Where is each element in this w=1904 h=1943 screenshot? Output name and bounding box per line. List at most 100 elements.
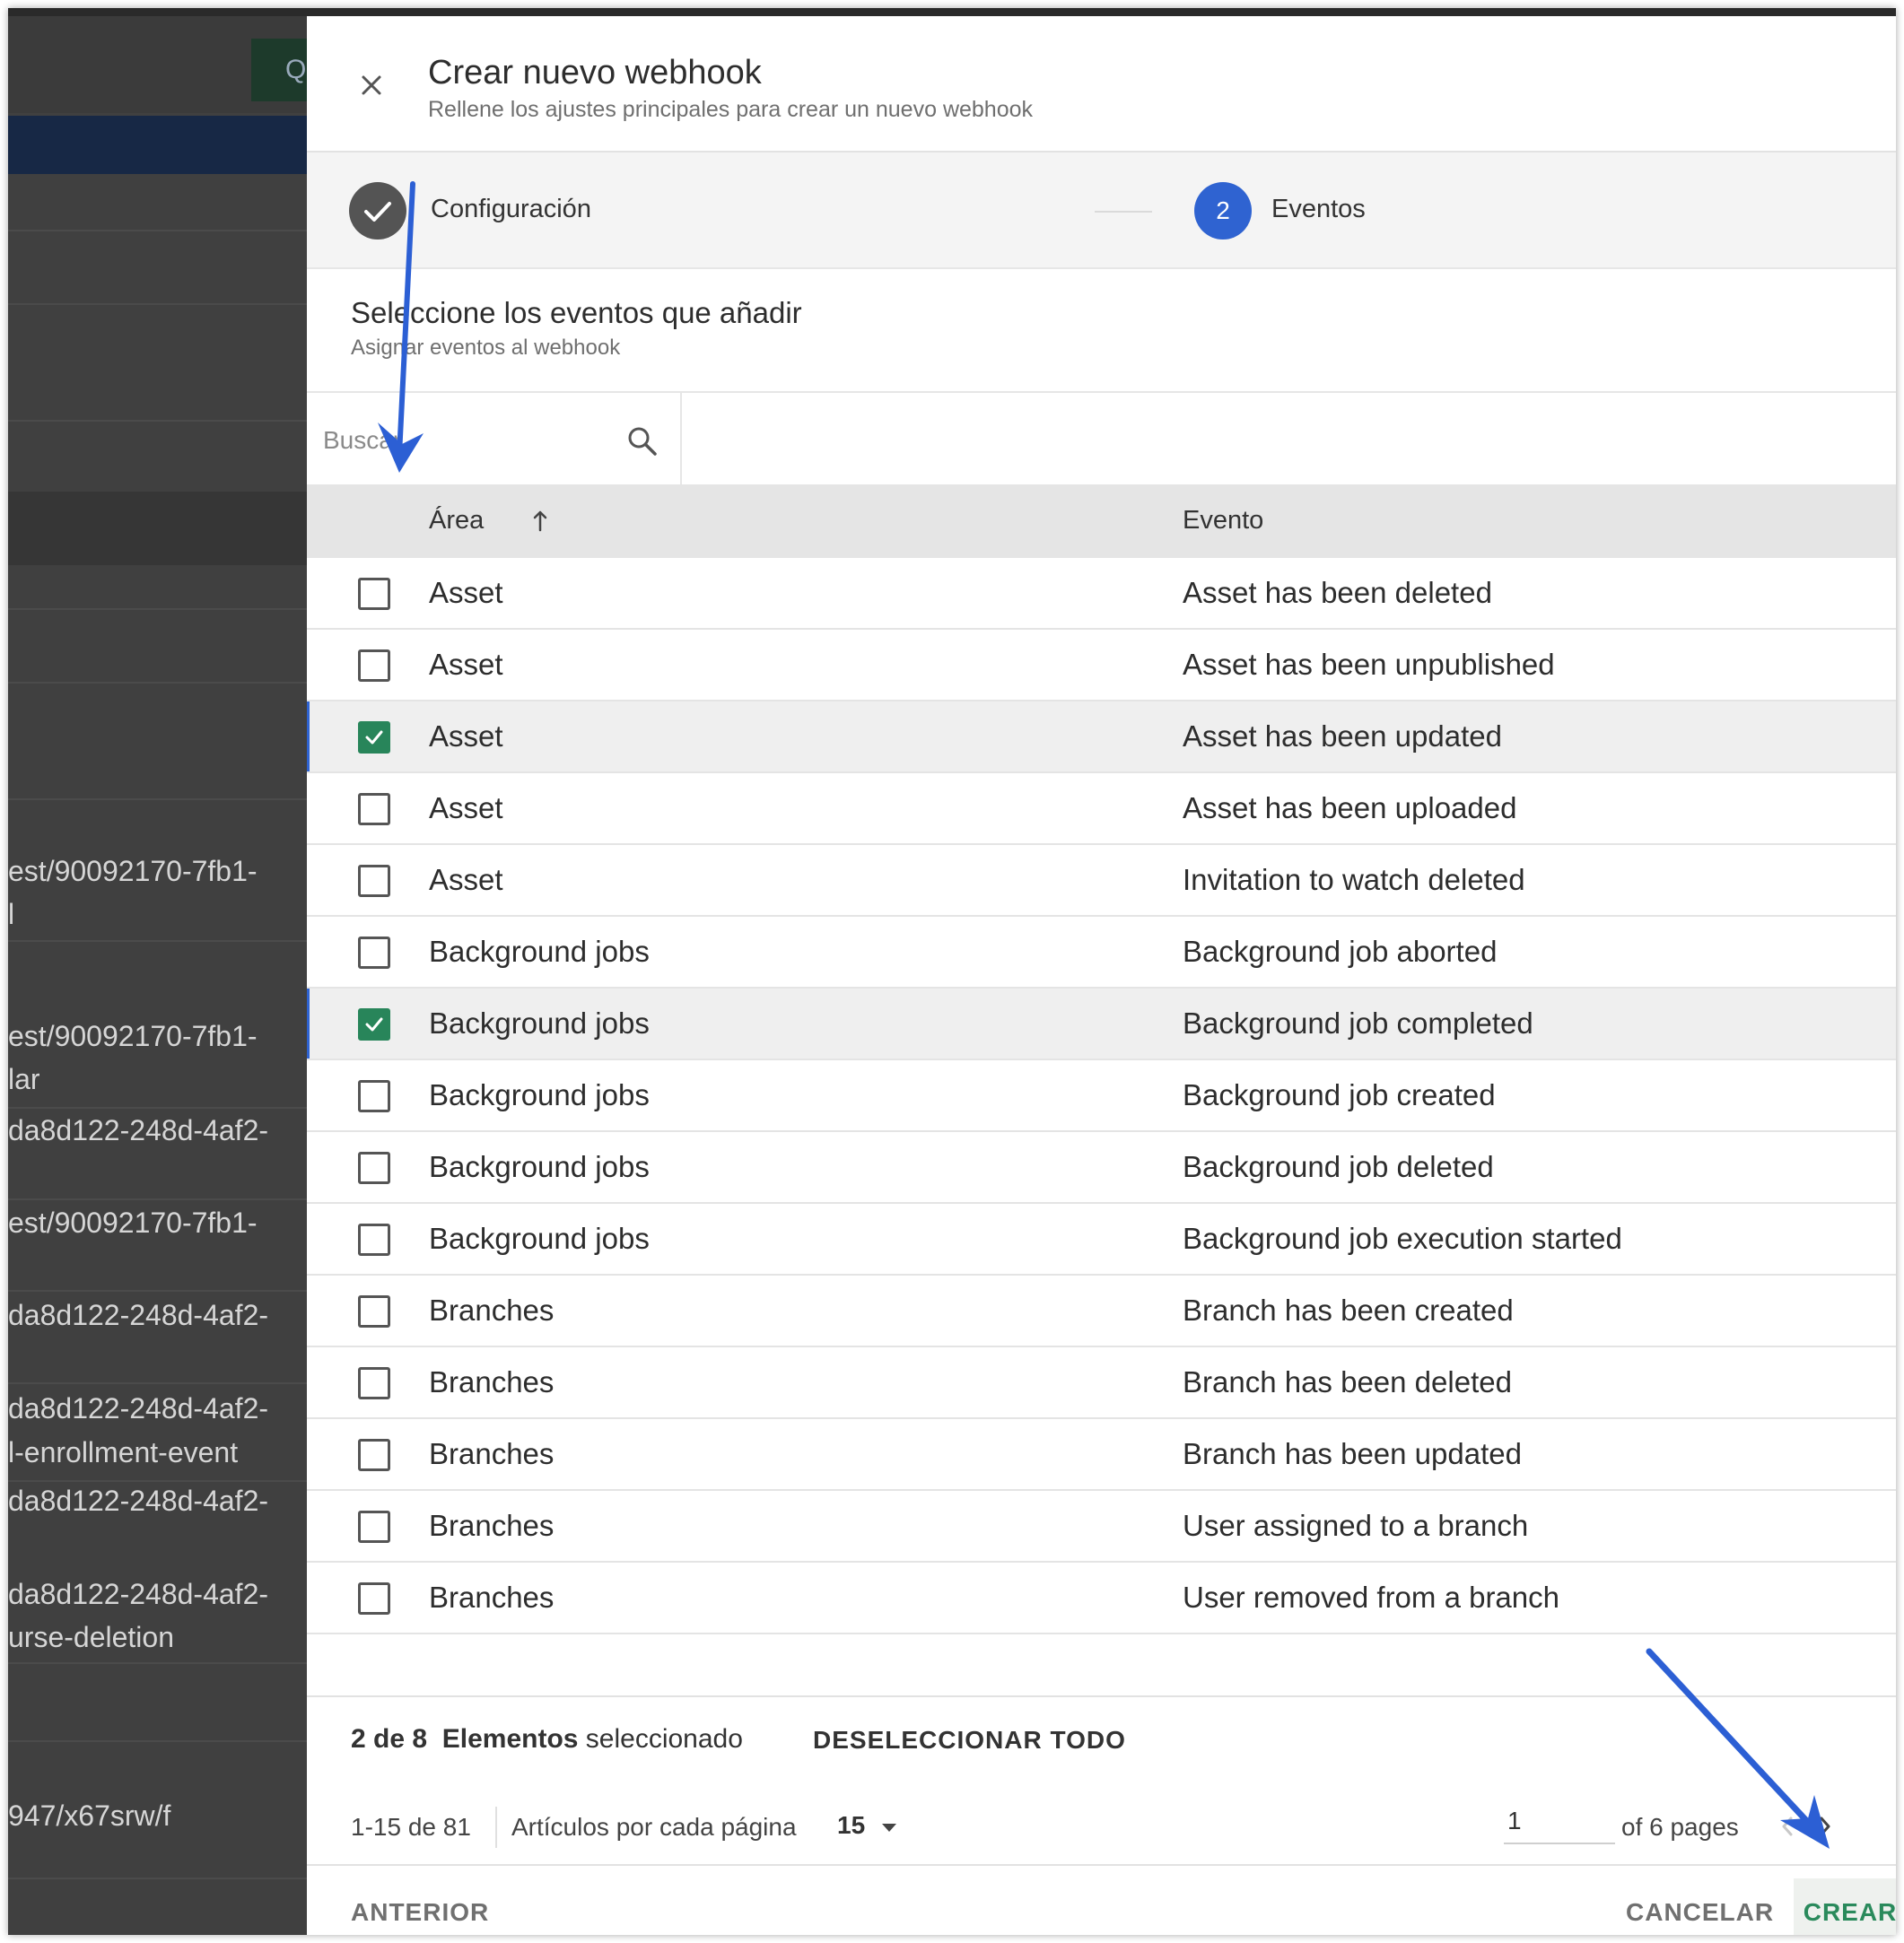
table-row[interactable]: Asset Invitation to watch deleted [307,845,1896,917]
panel-subtitle: Rellene los ajustes principales para cre… [428,97,1034,122]
background-row-text: da8d122-248d-4af2- [8,1114,269,1146]
cell-area: Background jobs [429,935,650,968]
row-checkbox[interactable] [358,721,390,754]
chevron-left-icon[interactable] [1778,1815,1796,1838]
cell-event: Background job deleted [1183,1150,1494,1183]
background-row-text: est/90092170-7fb1- [8,1207,258,1239]
items-per-page-select[interactable]: 15 [837,1811,865,1840]
cell-area: Asset [429,648,503,681]
background-divider [8,682,307,684]
table-row[interactable]: Background jobs Background job completed [307,989,1896,1060]
table-row[interactable]: Asset Asset has been uploaded [307,773,1896,845]
background-divider [8,1382,307,1384]
cell-event: Branch has been created [1183,1294,1514,1327]
column-header-event[interactable]: Evento [1183,506,1263,536]
row-checkbox[interactable] [358,1152,390,1184]
background-divider [8,420,307,422]
row-checkbox[interactable] [358,1511,390,1543]
chevron-right-icon[interactable] [1816,1815,1834,1838]
cell-area: Asset [429,791,503,824]
row-checkbox[interactable] [358,1295,390,1328]
background-nav-bar [8,116,307,174]
checkmark-icon [365,1017,383,1032]
table-row[interactable]: Branches User removed from a branch [307,1563,1896,1634]
previous-button[interactable]: ANTERIOR [351,1898,489,1927]
table-row[interactable]: Branches Branch has been deleted [307,1347,1896,1419]
panel-header: Crear nuevo webhook Rellene los ajustes … [307,16,1896,152]
background-search-button: Q [251,39,307,101]
selection-summary: 2 de 8 Elementos seleccionado [351,1724,743,1755]
page-number-input[interactable] [1504,1799,1615,1844]
cancel-button[interactable]: CANCELAR [1626,1898,1774,1927]
step-events-number: 2 [1194,182,1252,240]
background-app: Q est/90092170-7fb1- l est/90092170-7fb1… [8,16,307,1935]
step-connector [1095,211,1152,213]
table-row[interactable]: Background jobs Background job created [307,1060,1896,1132]
background-row-text: da8d122-248d-4af2- [8,1578,269,1610]
cell-event: Background job aborted [1183,935,1498,968]
row-checkbox[interactable] [358,1080,390,1112]
table-row[interactable]: Asset Asset has been deleted [307,558,1896,630]
background-divider [8,1480,307,1482]
deselect-all-button[interactable]: DESELECCIONAR TODO [813,1726,1126,1755]
background-divider [8,303,307,305]
chevron-down-icon[interactable] [882,1824,896,1832]
table-row[interactable]: Asset Asset has been unpublished [307,630,1896,701]
background-table-header [8,492,307,565]
cell-area: Asset [429,719,503,753]
cell-event: User assigned to a branch [1183,1509,1529,1542]
background-row-text: l-enrollment-event [8,1436,239,1468]
search-box [307,393,682,486]
row-checkbox[interactable] [358,865,390,897]
background-divider [8,1107,307,1109]
arrow-up-icon[interactable] [529,508,551,535]
cell-event: Background job execution started [1183,1222,1622,1255]
row-checkbox[interactable] [358,793,390,825]
search-icon[interactable] [625,424,659,458]
cell-area: Background jobs [429,1078,650,1111]
background-row-text: est/90092170-7fb1- [8,855,258,887]
table-row[interactable]: Asset Asset has been updated [307,701,1896,773]
background-divider [8,1662,307,1664]
row-checkbox[interactable] [358,1582,390,1615]
cell-area: Branches [429,1509,555,1542]
total-pages-label: of 6 pages [1621,1813,1739,1841]
create-webhook-panel: Crear nuevo webhook Rellene los ajustes … [307,16,1896,1935]
row-checkbox[interactable] [358,1008,390,1041]
background-divider [8,230,307,231]
column-header-area[interactable]: Área [429,506,484,536]
close-icon[interactable] [352,65,391,105]
selection-selected-label: seleccionado [585,1724,743,1754]
search-input[interactable] [321,420,594,461]
table-row[interactable]: Background jobs Background job deleted [307,1132,1896,1204]
cell-area: Asset [429,863,503,896]
row-checkbox[interactable] [358,937,390,969]
step-configuration-label[interactable]: Configuración [431,195,591,224]
step-configuration-circle[interactable] [349,182,406,240]
cell-event: Asset has been deleted [1183,576,1492,609]
cell-event: Asset has been unpublished [1183,648,1555,681]
cell-event: Branch has been updated [1183,1437,1522,1470]
background-row-text: est/90092170-7fb1- [8,1020,258,1052]
row-checkbox[interactable] [358,578,390,610]
row-checkbox[interactable] [358,1224,390,1256]
table-row[interactable]: Background jobs Background job execution … [307,1204,1896,1276]
events-section-title: Seleccione los eventos que añadir [351,296,802,329]
background-divider [8,1290,307,1292]
table-row[interactable]: Branches Branch has been created [307,1276,1896,1347]
background-row-text: 947/x67srw/f [8,1799,171,1832]
panel-title: Crear nuevo webhook [428,54,762,91]
cell-area: Branches [429,1581,555,1614]
table-row[interactable]: Branches User assigned to a branch [307,1491,1896,1563]
create-button[interactable]: CREAR [1794,1878,1896,1935]
row-checkbox[interactable] [358,1367,390,1399]
checkmark-icon [365,730,383,745]
table-row[interactable]: Branches Branch has been updated [307,1419,1896,1491]
step-events-label: Eventos [1271,195,1366,223]
cell-event: User removed from a branch [1183,1581,1559,1614]
table-row[interactable]: Background jobs Background job aborted [307,917,1896,989]
action-bar: ANTERIOR CANCELAR CREAR [307,1864,1896,1935]
close-button[interactable] [352,65,391,105]
row-checkbox[interactable] [358,649,390,682]
row-checkbox[interactable] [358,1439,390,1471]
